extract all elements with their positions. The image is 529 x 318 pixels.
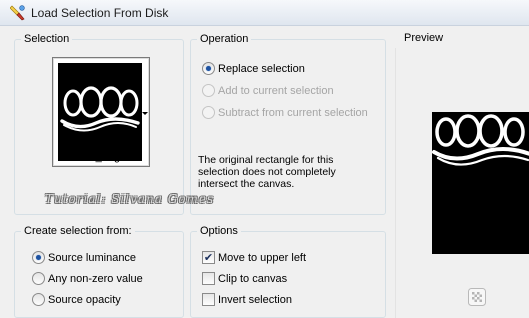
preview-selection-shape — [432, 114, 529, 166]
radio-button[interactable] — [32, 271, 45, 285]
checkbox-label: Invert selection — [218, 294, 292, 306]
intersection-warning-text: The original rectangle for this selectio… — [198, 154, 336, 190]
radio-add-to-selection[interactable]: Add to current selection — [202, 83, 334, 100]
preview-image — [432, 112, 529, 254]
dialog-body: Selection curvas_angela Operation Replac… — [0, 26, 529, 318]
radio-source-opacity[interactable]: Source opacity — [32, 292, 121, 309]
chevron-down-icon[interactable] — [142, 112, 148, 115]
radio-label: Source luminance — [48, 252, 137, 264]
radio-label: Replace selection — [218, 63, 305, 75]
checkbox-invert-selection[interactable]: Invert selection — [202, 292, 292, 309]
app-icon — [10, 5, 25, 21]
radio-label: Subtract from current selection — [218, 107, 368, 119]
operation-group-title: Operation — [197, 33, 252, 45]
radio-button[interactable] — [32, 292, 45, 306]
radio-button[interactable] — [202, 83, 215, 97]
radio-replace-selection[interactable]: Replace selection — [202, 61, 305, 78]
create-selection-group-title: Create selection from: — [21, 225, 135, 237]
radio-source-luminance[interactable]: Source luminance — [32, 250, 137, 267]
checkerboard-icon[interactable] — [468, 288, 486, 306]
title-bar: Load Selection From Disk — [0, 0, 529, 26]
selection-file-name: curvas_angela — [63, 151, 135, 163]
checkbox-label: Move to upper left — [218, 252, 307, 264]
options-group-title: Options — [197, 225, 241, 237]
checkbox-label: Clip to canvas — [218, 273, 288, 285]
radio-button[interactable] — [32, 250, 45, 264]
radio-label: Source opacity — [48, 294, 121, 306]
checkbox-clip-to-canvas[interactable]: Clip to canvas — [202, 271, 288, 288]
selection-thumbnail-image — [58, 63, 142, 161]
checkbox-move-to-upper-left[interactable]: ✔ Move to upper left — [202, 250, 307, 267]
radio-button[interactable] — [202, 105, 215, 119]
radio-subtract-from-selection[interactable]: Subtract from current selection — [202, 105, 368, 122]
radio-any-nonzero-value[interactable]: Any non-zero value — [32, 271, 143, 288]
watermark-text: Tutorial: Silvana Gomes — [45, 192, 215, 206]
radio-button[interactable] — [202, 61, 215, 75]
checkmark-icon[interactable]: ✔ — [202, 250, 215, 264]
selection-group-title: Selection — [21, 33, 73, 45]
checkbox[interactable] — [202, 292, 215, 306]
preview-title: Preview — [404, 32, 444, 44]
radio-label: Any non-zero value — [48, 273, 143, 285]
checkbox[interactable] — [202, 271, 215, 285]
preview-panel — [395, 48, 529, 318]
radio-label: Add to current selection — [218, 85, 334, 97]
curves-selection-shape — [60, 86, 140, 132]
window-title: Load Selection From Disk — [31, 6, 169, 20]
